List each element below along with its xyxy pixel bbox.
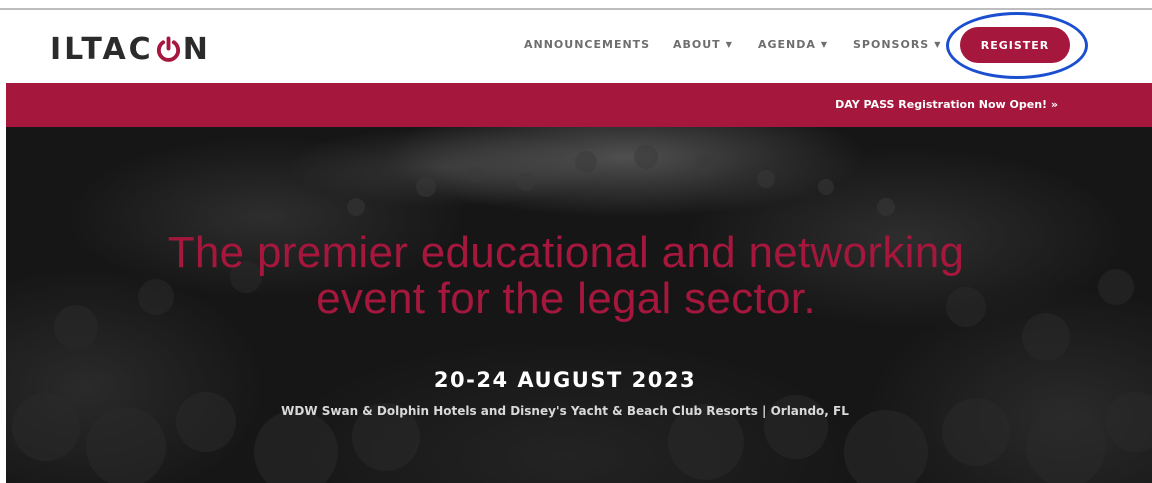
nav-item-label: SPONSORS <box>853 38 930 51</box>
caret-down-icon: ▼ <box>725 40 733 49</box>
event-venue: WDW Swan & Dolphin Hotels and Disney's Y… <box>281 404 849 418</box>
promo-bar: DAY PASS Registration Now Open! » <box>6 83 1152 127</box>
caret-down-icon: ▼ <box>934 40 942 49</box>
nav-item-sponsors[interactable]: SPONSORS ▼ <box>853 38 941 51</box>
caret-down-icon: ▼ <box>820 40 829 49</box>
nav-item-label: AGENDA <box>758 38 816 51</box>
logo-text-end: N <box>182 31 211 67</box>
event-dates: 20-24 AUGUST 2023 <box>433 368 697 392</box>
site-logo[interactable]: ILTAC N ILTACON <box>50 31 211 67</box>
nav-item-agenda[interactable]: AGENDA ▼ <box>758 38 828 51</box>
hero-headline: The premier educational and networking e… <box>6 230 1126 322</box>
day-pass-link[interactable]: DAY PASS Registration Now Open! » <box>835 98 1058 111</box>
nav-item-announcements[interactable]: ANNOUNCEMENTS <box>524 38 650 51</box>
hero-headline-line-2: event for the legal sector. <box>316 274 816 323</box>
power-icon <box>155 35 182 63</box>
logo-text-start: ILTAC <box>50 31 154 67</box>
register-button[interactable]: REGISTER <box>960 27 1070 63</box>
hero-headline-line-1: The premier educational and networking <box>167 228 965 277</box>
hero-banner: The premier educational and networking e… <box>6 127 1152 483</box>
nav-item-label: ABOUT <box>673 38 721 51</box>
nav-item-label: ANNOUNCEMENTS <box>524 38 651 51</box>
nav-item-about[interactable]: ABOUT ▼ <box>673 38 733 51</box>
